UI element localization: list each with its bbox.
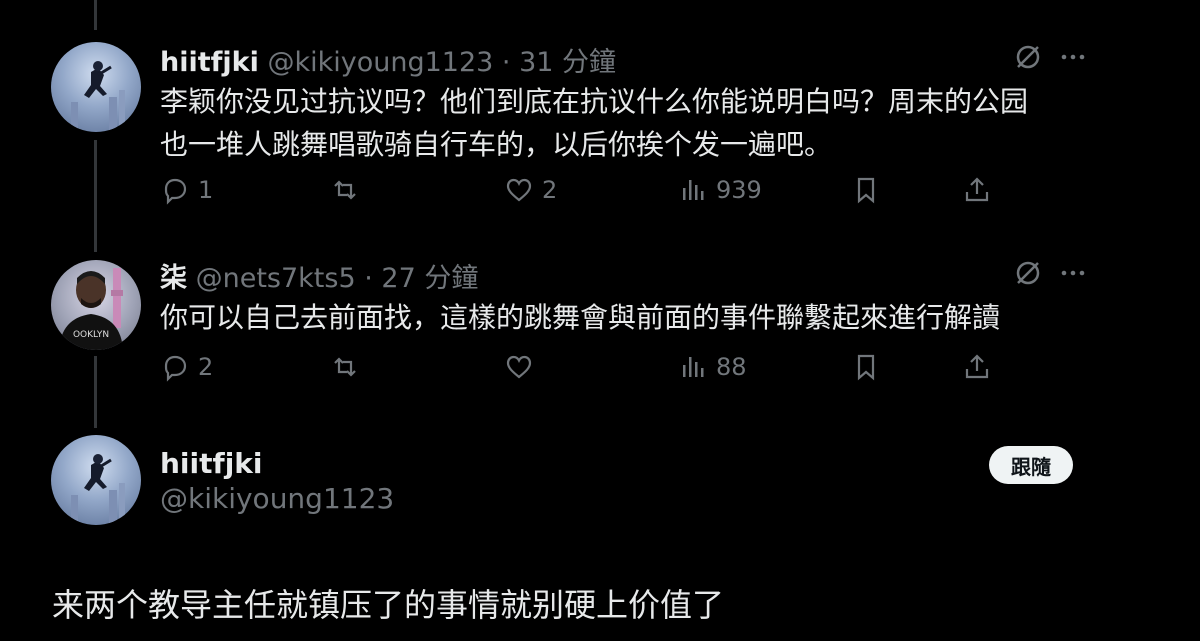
share-icon bbox=[965, 354, 989, 379]
share-icon bbox=[965, 177, 989, 202]
user-handle[interactable]: @nets7kts5 bbox=[196, 263, 356, 294]
thread-line-2 bbox=[94, 356, 97, 428]
grok-icon[interactable] bbox=[1013, 42, 1043, 76]
views-chart-icon bbox=[683, 357, 704, 377]
grok-icon[interactable] bbox=[1013, 258, 1043, 292]
thread-line-top bbox=[94, 0, 97, 30]
reply-count: 2 bbox=[198, 353, 214, 381]
bookmark-button[interactable] bbox=[851, 352, 881, 382]
spiderman-avatar-icon bbox=[71, 454, 125, 525]
tweet-text: 李颖你没见过抗议吗？他们到底在抗议什么你能说明白吗？周末的公园 也一堆人跳舞唱歌… bbox=[160, 80, 1028, 166]
user-handle[interactable]: @kikiyoung1123 bbox=[267, 47, 493, 78]
share-button[interactable] bbox=[962, 175, 992, 205]
tweet-text-line: 也一堆人跳舞唱歌骑自行车的，以后你挨个发一遍吧。 bbox=[160, 128, 833, 161]
views-button[interactable]: 88 bbox=[678, 352, 747, 382]
post-text: 来两个教导主任就镇压了的事情就别硬上价值了 bbox=[52, 586, 725, 624]
timestamp[interactable]: 31 分鐘 bbox=[519, 47, 616, 78]
display-name[interactable]: hiitfjki bbox=[160, 47, 259, 78]
user-handle[interactable]: @kikiyoung1123 bbox=[160, 482, 394, 515]
avatar[interactable] bbox=[51, 435, 141, 525]
retweet-icon bbox=[334, 180, 356, 200]
retweet-icon bbox=[334, 357, 356, 377]
views-button[interactable]: 939 bbox=[678, 175, 762, 205]
display-name[interactable]: 柒 bbox=[160, 263, 187, 294]
share-button[interactable] bbox=[962, 352, 992, 382]
tweet-text: 你可以自己去前面找，這樣的跳舞會與前面的事件聯繫起來進行解讀 bbox=[160, 296, 1000, 339]
heart-icon bbox=[506, 178, 532, 202]
avatar[interactable] bbox=[51, 42, 141, 132]
heart-icon bbox=[506, 355, 532, 379]
tweet-header: 柒 @nets7kts5 · 27 分鐘 bbox=[160, 256, 478, 295]
thread-line-1 bbox=[94, 140, 97, 252]
retweet-button[interactable] bbox=[330, 352, 368, 382]
separator-dot: · bbox=[501, 47, 511, 78]
avatar[interactable]: OOKLYN bbox=[51, 260, 141, 350]
reply-icon bbox=[164, 178, 187, 205]
retweet-button[interactable] bbox=[330, 175, 368, 205]
more-options-icon[interactable] bbox=[1058, 258, 1088, 292]
view-count: 939 bbox=[716, 176, 762, 204]
like-button[interactable] bbox=[504, 352, 542, 382]
bookmark-icon bbox=[857, 354, 875, 381]
tweet-text-line: 你可以自己去前面找，這樣的跳舞會與前面的事件聯繫起來進行解讀 bbox=[160, 301, 1001, 334]
tweet-text-line: 李颖你没见过抗议吗？他们到底在抗议什么你能说明白吗？周末的公园 bbox=[160, 85, 1029, 118]
tweet-header: hiitfjki @kikiyoung1123 · 31 分鐘 bbox=[160, 40, 616, 79]
like-button[interactable]: 2 bbox=[504, 175, 557, 205]
man-portrait-avatar-icon: OOKLYN bbox=[59, 268, 123, 350]
reply-count: 1 bbox=[198, 176, 214, 204]
reply-button[interactable]: 2 bbox=[160, 352, 213, 382]
spiderman-avatar-icon bbox=[71, 61, 125, 132]
view-count: 88 bbox=[716, 353, 747, 381]
follow-button[interactable]: 跟隨 bbox=[989, 446, 1073, 484]
bookmark-button[interactable] bbox=[851, 175, 881, 205]
like-count: 2 bbox=[542, 176, 558, 204]
views-chart-icon bbox=[683, 180, 704, 200]
shirt-text: OOKLYN bbox=[73, 330, 109, 340]
timestamp[interactable]: 27 分鐘 bbox=[381, 263, 478, 294]
reply-icon bbox=[164, 355, 187, 382]
separator-dot: · bbox=[364, 263, 373, 294]
reply-button[interactable]: 1 bbox=[160, 175, 213, 205]
display-name[interactable]: hiitfjki bbox=[160, 447, 263, 480]
bookmark-icon bbox=[857, 177, 875, 204]
more-options-icon[interactable] bbox=[1058, 42, 1088, 76]
